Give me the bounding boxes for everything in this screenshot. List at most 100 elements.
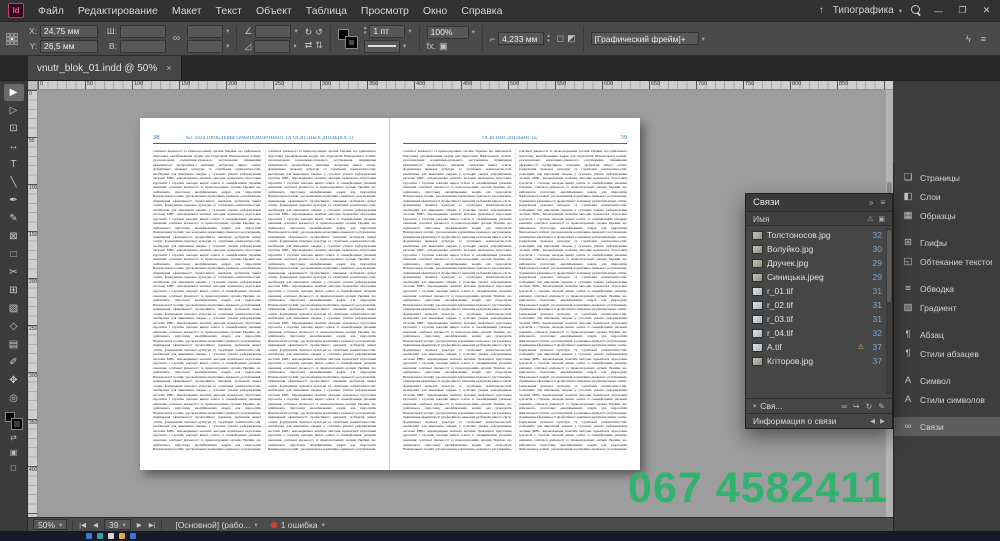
- taskbar-app-5[interactable]: [130, 533, 136, 539]
- menu-edit[interactable]: Редактирование: [71, 0, 165, 22]
- stroke-swatch[interactable]: [11, 418, 23, 430]
- page-number-field[interactable]: 39 ▾: [103, 519, 131, 530]
- taskbar-app-2[interactable]: [97, 533, 103, 539]
- dock-glyphs[interactable]: ⊞ Глифы: [894, 233, 1000, 252]
- prev-page-button[interactable]: ◀: [92, 521, 99, 529]
- page-tool[interactable]: ⊡: [4, 120, 24, 137]
- menu-table[interactable]: Таблица: [299, 0, 354, 22]
- close-button[interactable]: ✕: [979, 5, 994, 16]
- menu-view[interactable]: Просмотр: [354, 0, 416, 22]
- goto-link-icon[interactable]: ↪: [853, 402, 860, 411]
- corner-radius-field[interactable]: 4,233 мм: [498, 32, 545, 45]
- dock-gradient[interactable]: ▧ Градиент: [894, 298, 1000, 317]
- chevron-down-icon[interactable]: ▾: [753, 402, 756, 410]
- link-row[interactable]: r_02.tif ⚠ 31: [746, 298, 892, 312]
- note-tool[interactable]: ▤: [4, 336, 24, 353]
- zoom-level-select[interactable]: 50% ▾: [33, 519, 68, 530]
- dock-text-wrap[interactable]: ◱ Обтекание текстом: [894, 252, 1000, 271]
- last-page-button[interactable]: ▶|: [148, 521, 157, 529]
- scale-x-field[interactable]: [187, 24, 224, 38]
- scale-y-field[interactable]: [187, 39, 224, 53]
- update-link-icon[interactable]: ↻: [866, 402, 873, 411]
- chevron-down-icon[interactable]: ▾: [403, 42, 406, 50]
- share-icon[interactable]: ↑: [819, 5, 824, 16]
- chevron-down-icon[interactable]: ▾: [408, 27, 411, 35]
- chevron-down-icon[interactable]: ▾: [293, 42, 296, 50]
- link-info-section[interactable]: Информация о связи ◀ ▶: [746, 413, 892, 428]
- link-page-number[interactable]: 31: [868, 314, 882, 324]
- status-column-icon[interactable]: ⚠: [867, 215, 873, 223]
- link-page-number[interactable]: 31: [868, 286, 882, 296]
- minimize-button[interactable]: —: [931, 6, 946, 16]
- flip-horizontal-icon[interactable]: ⇄: [305, 40, 313, 51]
- screen-mode-icon[interactable]: ◻: [4, 461, 24, 474]
- stroke-swatch[interactable]: [344, 36, 358, 49]
- chevron-down-icon[interactable]: ▾: [472, 28, 475, 36]
- stroke-weight-field[interactable]: 1 пт: [369, 24, 406, 38]
- dock-pages[interactable]: ❏ Страницы: [894, 168, 1000, 187]
- dock-links[interactable]: ∞ Связи: [894, 417, 1000, 436]
- link-row[interactable]: r_04.tif ⚠ 32: [746, 326, 892, 340]
- link-section-label[interactable]: Свя...: [760, 401, 782, 411]
- selection-tool[interactable]: ▶: [3, 84, 24, 101]
- links-column-header[interactable]: Имя ⚠ ▣: [746, 212, 892, 226]
- next-link-icon[interactable]: ▶: [880, 417, 885, 425]
- corner-radius-stepper[interactable]: ▴ ▾: [547, 33, 550, 44]
- panel-menu-icon[interactable]: ≡: [880, 198, 885, 207]
- link-page-number[interactable]: 29: [868, 258, 882, 268]
- modified-warning-icon[interactable]: ⚠: [858, 343, 864, 351]
- tab-close-icon[interactable]: ×: [166, 63, 171, 73]
- drop-shadow-icon[interactable]: ▣: [439, 41, 448, 52]
- chevron-down-icon[interactable]: ▾: [226, 27, 229, 35]
- rectangle-frame-tool[interactable]: ⊠: [4, 228, 24, 245]
- rotation-angle-field[interactable]: [255, 24, 292, 38]
- horizontal-ruler[interactable]: 0 50 100 150 200 250 300 350 400 450 500 550 600 650 7…: [38, 81, 893, 90]
- dock-swatches[interactable]: ▦ Образцы: [894, 206, 1000, 225]
- page-column-icon[interactable]: ▣: [878, 215, 885, 223]
- dock-character[interactable]: A Символ: [894, 371, 1000, 390]
- rotate-cw-icon[interactable]: ↻: [305, 27, 313, 38]
- effects-icon[interactable]: fx.: [427, 41, 437, 51]
- vertical-ruler[interactable]: 0 50 100 150 200 250 300 350 400: [28, 90, 38, 517]
- link-row[interactable]: A.tif ⚠ 37: [746, 340, 892, 354]
- links-panel-header[interactable]: Связи » ≡: [746, 194, 892, 212]
- chevron-down-icon[interactable]: ▾: [226, 42, 229, 50]
- menu-window[interactable]: Окно: [416, 0, 454, 22]
- relink-icon[interactable]: ∞: [841, 402, 847, 411]
- pencil-tool[interactable]: ✎: [4, 210, 24, 227]
- stroke-weight-stepper[interactable]: ▴ ▾: [364, 26, 367, 36]
- link-page-number[interactable]: 32: [868, 328, 882, 338]
- text-wrap-icon[interactable]: ◩: [567, 33, 576, 44]
- preflight-errors[interactable]: 1 ошибка ▾: [270, 520, 325, 530]
- stroke-type-select[interactable]: [363, 39, 400, 53]
- eyedropper-tool[interactable]: ✐: [4, 354, 24, 371]
- link-row[interactable]: Синицька.jpeg ⚠ 29: [746, 270, 892, 284]
- no-text-wrap-icon[interactable]: ◻: [557, 33, 564, 44]
- link-page-number[interactable]: 30: [868, 244, 882, 254]
- link-page-number[interactable]: 32: [868, 230, 882, 240]
- dock-stroke[interactable]: ≡ Обводка: [894, 279, 1000, 298]
- pen-tool[interactable]: ✒: [4, 192, 24, 209]
- dock-layers[interactable]: ◧ Слои: [894, 187, 1000, 206]
- chevron-down-icon[interactable]: ▾: [702, 35, 705, 43]
- link-row[interactable]: Волуйко.jpg ⚠ 30: [746, 242, 892, 256]
- direct-selection-tool[interactable]: ▷: [4, 102, 24, 119]
- menu-file[interactable]: Файл: [31, 0, 71, 22]
- free-transform-tool[interactable]: ⊞: [4, 282, 24, 299]
- next-page-button[interactable]: ▶: [136, 521, 143, 529]
- object-style-select[interactable]: [Графический фрейм]+: [590, 32, 699, 45]
- ruler-origin[interactable]: [28, 81, 38, 90]
- link-row[interactable]: Дручек.jpg ⚠ 29: [746, 256, 892, 270]
- dock-character-styles[interactable]: A Стили символов: [894, 390, 1000, 409]
- taskbar-app-4[interactable]: [119, 533, 125, 539]
- link-page-number[interactable]: 31: [868, 300, 882, 310]
- edit-original-icon[interactable]: ✎: [878, 402, 885, 411]
- link-row[interactable]: r_03.tif ⚠ 31: [746, 312, 892, 326]
- link-page-number[interactable]: 29: [868, 272, 882, 282]
- workspace-switcher[interactable]: Типографика ▾: [833, 5, 902, 16]
- link-row[interactable]: Кгіторов.jpg ⚠ 37: [746, 354, 892, 368]
- y-position-field[interactable]: 26,5 мм: [40, 39, 98, 53]
- apply-color-icon[interactable]: ▣: [4, 446, 24, 459]
- rotate-ccw-icon[interactable]: ↺: [315, 27, 323, 38]
- opacity-field[interactable]: 100%: [426, 25, 469, 39]
